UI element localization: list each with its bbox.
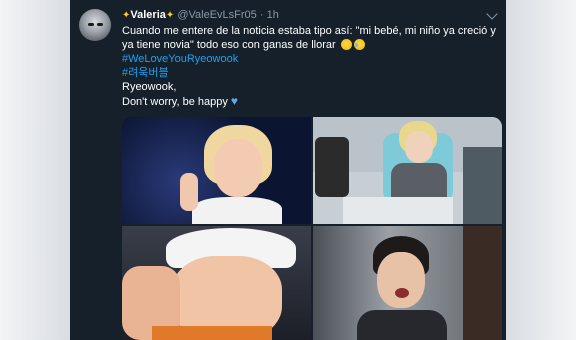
photo-stage-peace-sign[interactable] [122, 117, 311, 224]
blurred-right-border [506, 0, 576, 340]
orange-shirt [152, 326, 272, 340]
blue-heart-icon: ♥ [230, 94, 239, 108]
user-handle[interactable]: @ValeEvLsFr05 [177, 9, 256, 21]
photo-office-chair[interactable] [313, 117, 502, 224]
crying-face-icon [340, 39, 352, 50]
dark-suit [357, 310, 447, 340]
photo-mirror-selfie[interactable] [313, 226, 502, 340]
tweet-text-line: Ryeowook, [122, 81, 177, 93]
avatar-eye [88, 23, 94, 26]
open-mouth [395, 288, 409, 298]
photo-cap-wink[interactable] [122, 226, 311, 340]
tears-of-joy-icon [353, 39, 365, 50]
tweet-text-line: Don't worry, be happy ♥ [122, 94, 502, 109]
tweet-text-segment: ya tiene novia" todo eso con ganas de ll… [122, 39, 336, 51]
desk [343, 197, 453, 224]
timestamp[interactable]: 1h [267, 9, 279, 21]
door-frame [463, 226, 502, 340]
tweet-header: ✦Valeria✦ @ValeEvLsFr05 · 1h [122, 8, 279, 23]
shelf [463, 147, 502, 224]
hashtag-link[interactable]: #WeLoveYouRyeowook [122, 52, 502, 66]
avatar-eye [97, 23, 103, 26]
blurred-left-border [0, 0, 70, 340]
face [214, 139, 262, 197]
face [405, 131, 433, 163]
avatar[interactable] [79, 9, 111, 41]
white-shirt [192, 197, 282, 224]
sparkles-icon: ✦ [165, 10, 175, 21]
separator-dot: · [259, 9, 264, 21]
tweet-text-segment: Don't worry, be happy [122, 96, 228, 108]
display-name[interactable]: Valeria [130, 9, 165, 21]
media-grid [122, 117, 502, 340]
peace-sign-hand [180, 173, 198, 211]
chevron-down-icon[interactable] [486, 8, 498, 20]
korean-hashtag-link[interactable]: #려욱버블 [122, 66, 502, 80]
tweet-text-line: Cuando me entere de la noticia estaba ti… [122, 25, 496, 37]
tweet-card[interactable]: ✦Valeria✦ @ValeEvLsFr05 · 1h Cuando me e… [70, 0, 506, 340]
face [377, 252, 425, 308]
tweet-text: Cuando me entere de la noticia estaba ti… [122, 24, 502, 109]
person-left [315, 137, 349, 197]
tweet-text-line: ya tiene novia" todo eso con ganas de ll… [122, 38, 502, 52]
